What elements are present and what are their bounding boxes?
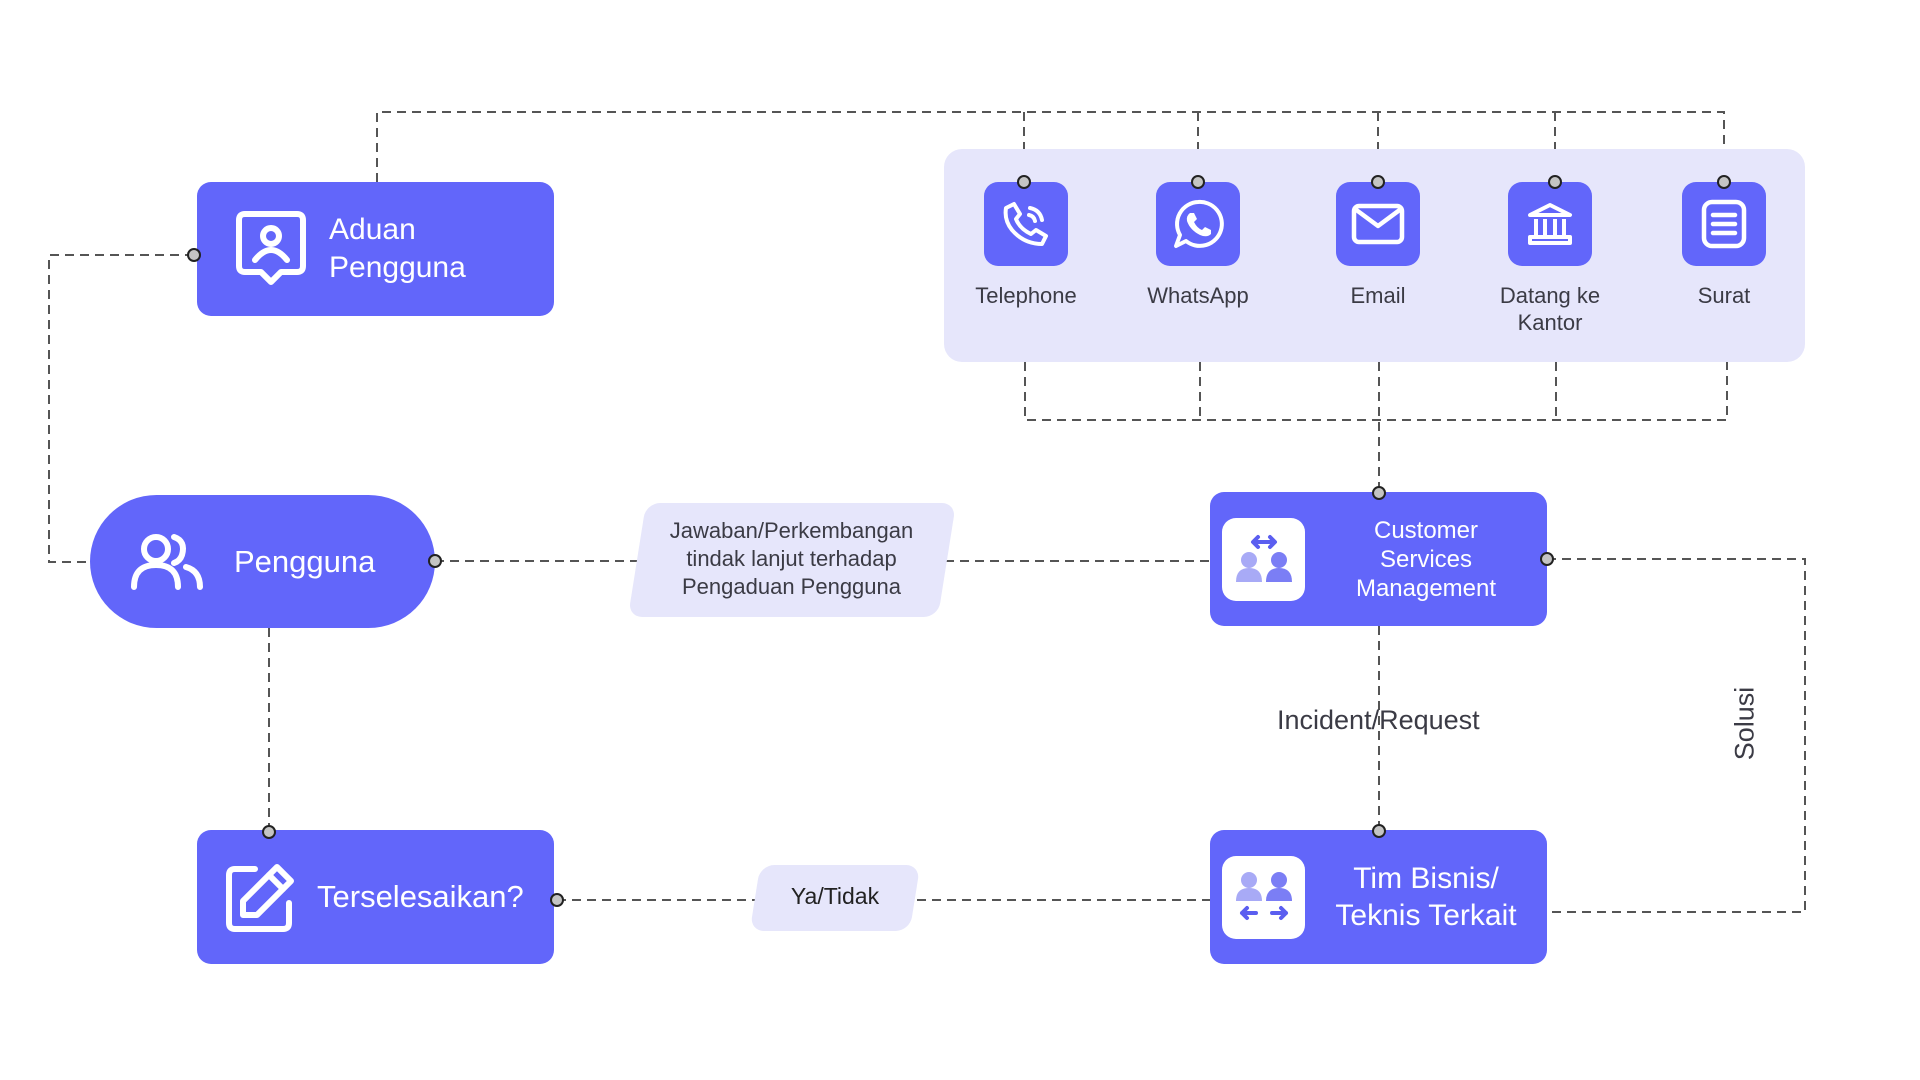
bank-icon — [1508, 182, 1592, 266]
users-icon — [130, 533, 204, 591]
edit-icon — [225, 861, 297, 933]
channel-label-line2: Kantor — [1517, 310, 1583, 335]
jawaban-label: Jawaban/Perkembangan tindak lanjut terha… — [628, 517, 955, 601]
connector-dot — [1371, 175, 1385, 189]
customer-exchange-icon — [1222, 517, 1305, 601]
channel-surat[interactable]: Surat — [1664, 182, 1784, 309]
aduan-label-line2: Pengguna — [329, 251, 466, 284]
terselesaikan-label: Terselesaikan? — [317, 879, 524, 914]
jawaban-line1: Jawaban/Perkembangan — [669, 518, 914, 543]
channel-telephone[interactable]: Telephone — [966, 182, 1086, 309]
connector-dot — [1372, 486, 1386, 500]
aduan-label-line1: Aduan — [329, 213, 416, 246]
mail-icon — [1336, 182, 1420, 266]
team-transfer-icon — [1222, 855, 1305, 939]
connector-dot — [1372, 824, 1386, 838]
channel-whatsapp[interactable]: WhatsApp — [1138, 182, 1258, 309]
channel-label: Surat — [1697, 283, 1751, 308]
pengguna-label: Pengguna — [234, 543, 376, 579]
channel-datang-ke-kantor[interactable]: Datang ke Kantor — [1490, 182, 1610, 336]
channel-label: WhatsApp — [1147, 283, 1249, 308]
connector-dot — [187, 248, 201, 262]
connector-dot — [1540, 552, 1554, 566]
incident-request-label: Incident/Request — [1277, 705, 1480, 735]
channel-label: Datang ke Kantor — [1490, 282, 1610, 336]
aduan-pengguna-node[interactable]: Aduan Pengguna — [197, 182, 554, 316]
connector-dot — [428, 554, 442, 568]
channel-label-line1: Datang ke — [1499, 283, 1601, 308]
connector-dot — [262, 825, 276, 839]
connector-dot — [1017, 175, 1031, 189]
tim-bisnis-teknis-node[interactable]: Tim Bisnis/ Teknis Terkait — [1210, 830, 1547, 964]
csm-line1: Customer — [1373, 516, 1479, 544]
letter-icon — [1682, 182, 1766, 266]
customer-services-management-node[interactable]: Customer Services Management — [1210, 492, 1547, 626]
jawaban-line2: tindak lanjut terhadap — [686, 546, 897, 571]
phone-call-icon — [984, 182, 1068, 266]
csm-line2: Services — [1379, 545, 1473, 573]
jawaban-line3: Pengaduan Pengguna — [682, 574, 901, 599]
terselesaikan-node[interactable]: Terselesaikan? — [197, 830, 554, 964]
whatsapp-icon — [1156, 182, 1240, 266]
channel-label: Telephone — [975, 283, 1077, 308]
ya-tidak-label: Ya/Tidak — [790, 883, 880, 909]
connector-dot — [1191, 175, 1205, 189]
connector-solusi — [1547, 558, 1806, 913]
connector-dot — [1717, 175, 1731, 189]
tim-line1: Tim Bisnis/ — [1353, 862, 1499, 895]
solusi-label: Solusi — [1729, 686, 1760, 761]
user-complaint-icon — [235, 210, 307, 288]
connector-dot — [550, 893, 564, 907]
channel-email[interactable]: Email — [1318, 182, 1438, 309]
connector-bottom-bus — [1024, 362, 1728, 421]
csm-line3: Management — [1355, 574, 1497, 602]
connector-dot — [1548, 175, 1562, 189]
channel-label: Email — [1350, 283, 1406, 308]
pengguna-node[interactable]: Pengguna — [90, 495, 435, 628]
tim-line2: Teknis Terkait — [1335, 899, 1517, 932]
